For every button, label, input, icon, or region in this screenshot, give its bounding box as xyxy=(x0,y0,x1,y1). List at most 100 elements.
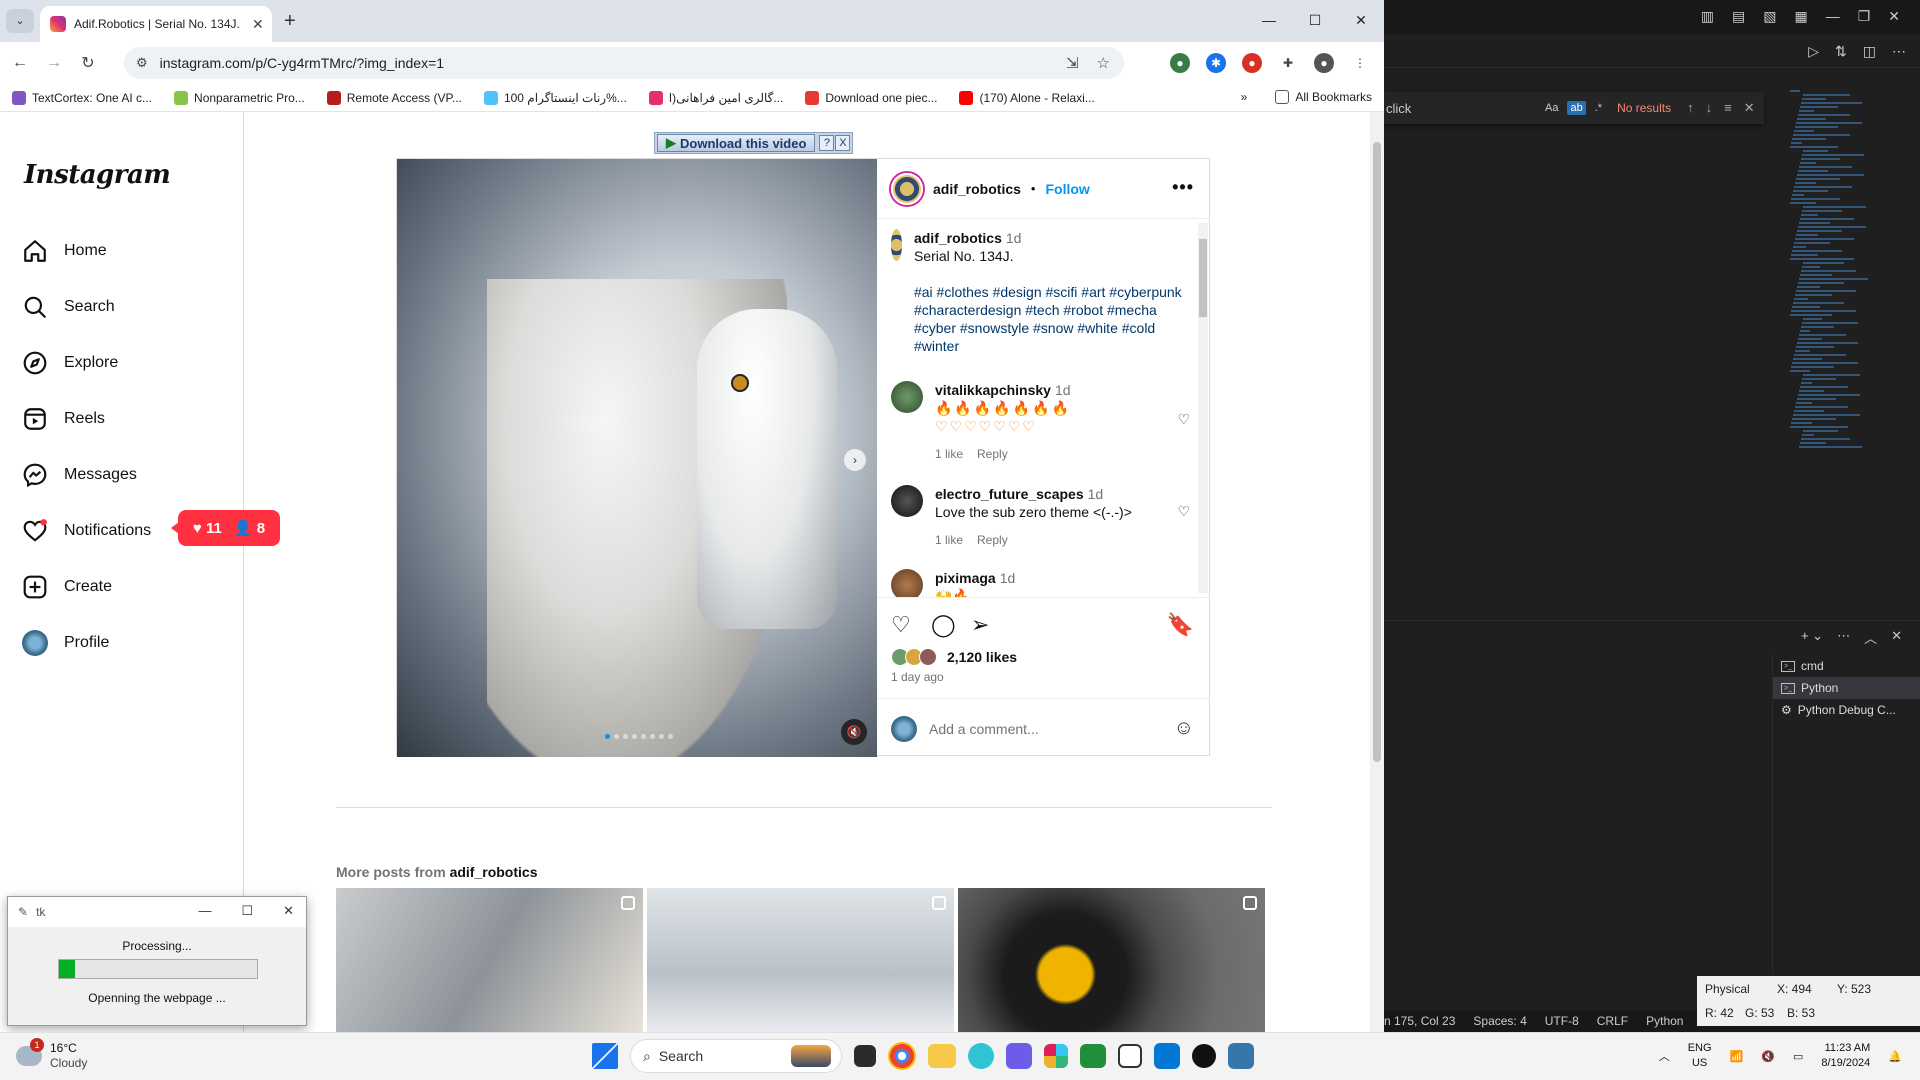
all-bookmarks-button[interactable]: All Bookmarks xyxy=(1275,90,1372,104)
comment-username[interactable]: vitalikkapchinsky xyxy=(935,382,1051,398)
status-encoding[interactable]: UTF-8 xyxy=(1545,1010,1579,1032)
tab-search-button[interactable]: ⌄ xyxy=(6,9,34,33)
like-icon[interactable]: ♡ xyxy=(891,612,911,638)
status-indentation[interactable]: Spaces: 4 xyxy=(1473,1010,1526,1032)
extension-red-icon[interactable]: ● xyxy=(1242,53,1262,73)
status-eol[interactable]: CRLF xyxy=(1597,1010,1628,1032)
toggle-panel-icon[interactable]: ▤ xyxy=(1732,8,1745,25)
meet-icon[interactable] xyxy=(1080,1044,1106,1068)
next-match-icon[interactable]: ↓ xyxy=(1706,100,1713,116)
download-video-button[interactable]: ▶ Download this video xyxy=(657,134,816,152)
maximize-icon[interactable]: ☐ xyxy=(241,903,253,919)
status-language[interactable]: Python xyxy=(1646,1010,1683,1032)
reply-button[interactable]: Reply xyxy=(977,445,1008,463)
minimize-icon[interactable]: — xyxy=(198,903,211,919)
minimize-window-icon[interactable]: — xyxy=(1246,0,1292,40)
slack-icon[interactable] xyxy=(1044,1044,1068,1068)
nav-messages[interactable]: Messages xyxy=(22,462,137,488)
download-help-button[interactable]: ? xyxy=(819,135,835,151)
close-icon[interactable]: ✕ xyxy=(283,903,294,919)
bookmark-item[interactable]: رنات اینستاگرام 100%... xyxy=(483,90,627,105)
comment-likes[interactable]: 1 like xyxy=(935,531,963,549)
app-eye-icon[interactable] xyxy=(968,1043,994,1069)
wifi-icon[interactable]: 📶 xyxy=(1730,1050,1744,1063)
post-thumbnail[interactable] xyxy=(647,888,954,1032)
start-icon[interactable] xyxy=(592,1043,618,1069)
caption-hashtags[interactable]: #ai #clothes #design #scifi #art #cyberp… xyxy=(914,283,1191,355)
weather-widget[interactable]: 1 16°C Cloudy xyxy=(16,1038,87,1071)
post-image[interactable]: › 🔇 xyxy=(397,159,877,757)
minimize-icon[interactable]: — xyxy=(1826,8,1840,25)
author-username[interactable]: adif_robotics xyxy=(933,181,1021,197)
app-triangle-icon[interactable] xyxy=(1006,1043,1032,1069)
match-word-toggle[interactable]: ab xyxy=(1567,101,1586,115)
clock[interactable]: 11:23 AM 8/19/2024 xyxy=(1821,1041,1870,1071)
restore-icon[interactable]: ❐ xyxy=(1858,8,1871,25)
share-icon[interactable]: ➢ xyxy=(971,612,989,638)
nav-search[interactable]: Search xyxy=(22,294,115,320)
reply-button[interactable]: Reply xyxy=(977,531,1008,549)
chrome-menu-icon[interactable]: ⋮ xyxy=(1350,53,1370,73)
comment-username[interactable]: piximaga xyxy=(935,570,996,586)
more-icon[interactable]: ⋯ xyxy=(1837,628,1850,647)
close-find-icon[interactable]: ✕ xyxy=(1744,100,1755,116)
author-avatar[interactable] xyxy=(891,229,902,261)
close-panel-icon[interactable]: ✕ xyxy=(1891,628,1902,647)
task-view-icon[interactable] xyxy=(854,1045,876,1067)
nav-explore[interactable]: Explore xyxy=(22,350,118,376)
notification-bell-icon[interactable]: 🔔 xyxy=(1888,1050,1902,1063)
terminal-item-python-debug[interactable]: ⚙ Python Debug C... xyxy=(1773,699,1920,721)
comment-username[interactable]: electro_future_scapes xyxy=(935,486,1084,502)
run-icon[interactable]: ▷ xyxy=(1808,43,1819,60)
bookmark-item[interactable]: Download one piec... xyxy=(805,90,937,105)
comment-likes[interactable]: 1 like xyxy=(935,445,963,463)
instagram-logo[interactable]: Instagram xyxy=(24,160,171,190)
comments-scrollbar[interactable] xyxy=(1198,223,1208,593)
chrome-icon[interactable] xyxy=(888,1042,916,1070)
install-app-icon[interactable]: ⇲ xyxy=(1066,54,1079,72)
match-case-toggle[interactable]: Aa xyxy=(1542,101,1561,115)
caption-username[interactable]: adif_robotics xyxy=(914,230,1002,246)
volume-muted-icon[interactable]: 🔇 xyxy=(1761,1050,1775,1063)
bookmark-item[interactable]: Nonparametric Pro... xyxy=(174,90,305,105)
nav-notifications[interactable]: Notifications xyxy=(22,518,151,544)
bookmark-item[interactable]: Remote Access (VP... xyxy=(326,90,462,105)
app-cursor-icon[interactable] xyxy=(1192,1044,1216,1068)
toggle-secondary-sidebar-icon[interactable]: ▧ xyxy=(1763,8,1776,25)
comment-icon[interactable]: ◯ xyxy=(931,612,956,638)
maximize-window-icon[interactable]: ☐ xyxy=(1292,0,1338,40)
author-avatar[interactable] xyxy=(891,172,923,205)
site-info-icon[interactable]: ⚙ xyxy=(136,55,148,71)
compare-icon[interactable]: ⇅ xyxy=(1835,43,1847,60)
more-options-icon[interactable]: ••• xyxy=(1172,177,1194,198)
carousel-next-icon[interactable]: › xyxy=(844,449,866,471)
address-bar[interactable]: ⚙ instagram.com/p/C-yg4rmTMrc/?img_index… xyxy=(124,47,1124,79)
forward-icon[interactable]: → xyxy=(40,54,68,72)
nav-create[interactable]: Create xyxy=(22,574,112,600)
bookmarks-overflow-icon[interactable]: » xyxy=(1241,90,1248,104)
emoji-icon[interactable]: ☺ xyxy=(1174,717,1194,740)
profile-avatar-icon[interactable]: ● xyxy=(1314,53,1334,73)
comment-input[interactable]: Add a comment... xyxy=(929,721,1039,737)
active-tab[interactable]: Adif.Robotics | Serial No. 134J. ✕ xyxy=(40,6,272,42)
battery-icon[interactable]: ▭ xyxy=(1793,1050,1803,1063)
download-close-button[interactable]: X xyxy=(835,135,851,151)
commenter-avatar[interactable] xyxy=(891,569,923,597)
more-posts-username[interactable]: adif_robotics xyxy=(450,864,538,880)
likes-count[interactable]: 2,120 likes xyxy=(947,649,1017,665)
new-terminal-icon[interactable]: + ⌄ xyxy=(1801,628,1823,647)
regex-toggle[interactable]: .* xyxy=(1592,101,1605,115)
bookmark-item[interactable]: گالری امین فراهانی(ا... xyxy=(648,90,783,105)
file-explorer-icon[interactable] xyxy=(928,1044,956,1068)
mute-icon[interactable]: 🔇 xyxy=(841,719,867,745)
extensions-puzzle-icon[interactable]: ✚ xyxy=(1278,53,1298,73)
commenter-avatar[interactable] xyxy=(891,381,923,413)
vscode-icon[interactable] xyxy=(1154,1043,1180,1069)
language-indicator[interactable]: ENG US xyxy=(1688,1041,1712,1071)
bookmark-item[interactable]: TextCortex: One AI c... xyxy=(12,90,152,105)
commenter-avatar[interactable] xyxy=(891,485,923,517)
more-actions-icon[interactable]: ⋯ xyxy=(1892,43,1906,60)
extension-globe-icon[interactable]: ● xyxy=(1170,53,1190,73)
find-input[interactable]: click xyxy=(1386,101,1536,116)
follow-button[interactable]: Follow xyxy=(1045,181,1089,197)
